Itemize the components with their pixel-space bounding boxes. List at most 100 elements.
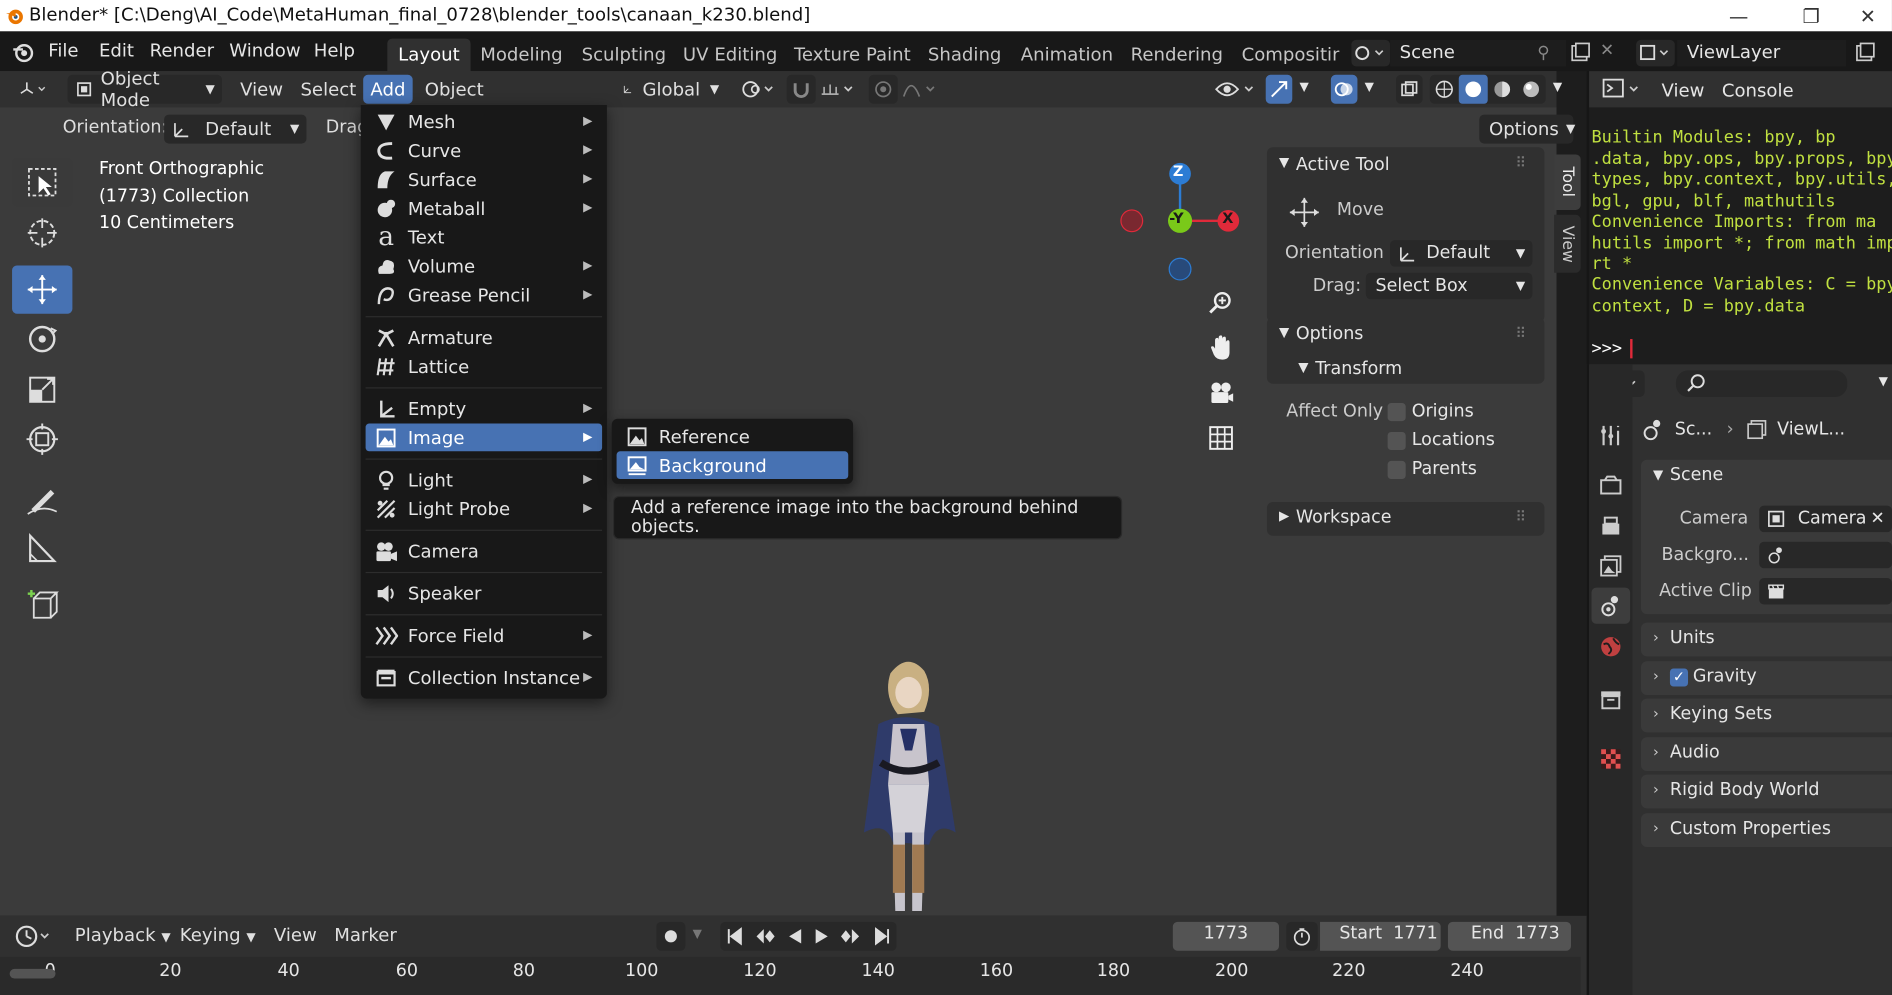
auto-keying-icon[interactable] xyxy=(656,921,686,951)
menu-marker[interactable]: Marker xyxy=(334,924,397,946)
menu-window[interactable]: Window xyxy=(229,40,300,62)
add-menu-camera[interactable]: Camera xyxy=(366,537,602,565)
console-menu-console[interactable]: Console xyxy=(1722,80,1794,102)
menu-file[interactable]: File xyxy=(48,40,78,62)
add-menu-collection-instance[interactable]: Collection Instance ▶ xyxy=(366,664,602,692)
editor-type-icon[interactable] xyxy=(10,75,58,104)
annotate-tool-icon[interactable] xyxy=(12,474,72,522)
menu-view[interactable]: View xyxy=(233,75,290,104)
maximize-button[interactable]: ❐ xyxy=(1787,0,1835,31)
chevron-down-icon[interactable]: ▼ xyxy=(1298,360,1308,376)
minimize-button[interactable]: — xyxy=(1715,0,1763,31)
output-properties-icon[interactable] xyxy=(1594,509,1628,543)
pivot-point-icon[interactable] xyxy=(738,77,779,101)
drag-handle-icon[interactable]: ⠿ xyxy=(1515,508,1526,525)
tab-rendering[interactable]: Rendering xyxy=(1120,39,1234,72)
move-tool-icon[interactable] xyxy=(12,265,73,314)
audio-section[interactable]: › Audio xyxy=(1640,737,1892,772)
zoom-icon[interactable] xyxy=(1202,284,1241,323)
jump-end-icon[interactable] xyxy=(872,927,891,946)
gravity-checkbox[interactable]: ✓ xyxy=(1669,668,1689,687)
custom-properties-section[interactable]: › Custom Properties xyxy=(1640,813,1892,848)
navigation-gizmo[interactable]: Z -Y X xyxy=(1116,157,1249,290)
timeline-scrollbar[interactable] xyxy=(9,968,56,979)
tab-view[interactable]: View xyxy=(1554,214,1581,273)
menu-add[interactable]: Add xyxy=(363,74,413,104)
origins-label[interactable]: Origins xyxy=(1412,402,1474,421)
image-submenu-background[interactable]: Background xyxy=(616,451,849,480)
image-submenu-reference[interactable]: Reference xyxy=(617,422,849,450)
current-frame-field[interactable]: 1773 xyxy=(1172,921,1279,951)
properties-search-input[interactable] xyxy=(1675,370,1848,397)
tool-orientation-dropdown[interactable]: Default ▼ xyxy=(164,114,307,144)
chevron-down-icon[interactable]: ▼ xyxy=(1365,81,1374,94)
tab-uv-editing[interactable]: UV Editing xyxy=(672,39,788,72)
play-reverse-icon[interactable] xyxy=(786,927,803,946)
tab-texture-paint[interactable]: Texture Paint xyxy=(783,39,922,72)
close-button[interactable]: ✕ xyxy=(1844,0,1892,31)
chevron-down-icon[interactable]: ▼ xyxy=(1300,81,1309,94)
tab-animation[interactable]: Animation xyxy=(1010,39,1124,72)
tool-properties-icon[interactable] xyxy=(1594,419,1628,453)
keying-sets-section[interactable]: › Keying Sets xyxy=(1640,698,1892,733)
menu-edit[interactable]: Edit xyxy=(99,40,134,62)
chevron-down-icon[interactable]: ▼ xyxy=(1279,154,1289,170)
menu-timeline-view[interactable]: View xyxy=(274,924,317,946)
add-menu-text[interactable]: a Text xyxy=(366,222,602,252)
menu-render[interactable]: Render xyxy=(150,40,214,62)
chevron-down-icon[interactable]: ▼ xyxy=(1879,375,1888,388)
background-scene-field[interactable] xyxy=(1759,541,1892,569)
menu-playback[interactable]: Playback ▼ xyxy=(75,924,171,946)
camera-view-icon[interactable] xyxy=(1202,374,1241,413)
gravity-section[interactable]: › ✓ Gravity xyxy=(1640,661,1892,696)
timeline-ruler[interactable]: 0 20 40 60 80 100 120 140 160 180 200 22… xyxy=(0,956,1581,995)
world-properties-icon[interactable] xyxy=(1594,630,1628,664)
menu-select[interactable]: Select xyxy=(293,75,363,104)
rotate-tool-icon[interactable] xyxy=(12,315,72,363)
locations-label[interactable]: Locations xyxy=(1412,431,1495,450)
tab-tool[interactable]: Tool xyxy=(1554,154,1581,210)
rigid-body-world-section[interactable]: › Rigid Body World xyxy=(1640,774,1892,809)
add-menu-light-probe[interactable]: Light Probe ▶ xyxy=(366,495,602,523)
select-box-tool-icon[interactable] xyxy=(12,158,73,207)
add-cube-tool-icon[interactable] xyxy=(12,580,72,628)
chevron-down-icon[interactable]: ▼ xyxy=(1279,325,1289,341)
wireframe-shading-icon[interactable] xyxy=(1430,75,1459,104)
parents-label[interactable]: Parents xyxy=(1412,460,1477,479)
add-menu-lattice[interactable]: Lattice xyxy=(366,352,602,380)
camera-field[interactable]: Camera ✕ xyxy=(1759,505,1892,533)
end-frame-field[interactable]: End 1773 xyxy=(1447,921,1571,951)
add-menu-force-field[interactable]: Force Field ▶ xyxy=(366,621,602,649)
active-tool-title[interactable]: Active Tool xyxy=(1296,156,1390,175)
tab-shading[interactable]: Shading xyxy=(917,39,1012,72)
timeline-editor-type-icon[interactable] xyxy=(10,922,58,951)
add-menu-curve[interactable]: Curve ▶ xyxy=(366,136,602,164)
add-menu-grease-pencil[interactable]: Grease Pencil ▶ xyxy=(366,281,602,309)
tab-layout[interactable]: Layout xyxy=(387,38,471,72)
jump-keyframe-forward-icon[interactable] xyxy=(840,927,862,946)
transform-title[interactable]: Transform xyxy=(1315,360,1402,379)
chevron-down-icon[interactable]: ▼ xyxy=(693,928,702,941)
add-menu-volume[interactable]: Volume ▶ xyxy=(366,252,602,280)
scene-panel-title[interactable]: Scene xyxy=(1670,466,1723,485)
clear-icon[interactable]: ✕ xyxy=(1871,509,1885,528)
delete-scene-icon[interactable]: ✕ xyxy=(1600,41,1614,60)
new-viewlayer-icon[interactable] xyxy=(1853,40,1877,67)
add-menu-mesh[interactable]: Mesh ▶ xyxy=(366,107,602,135)
menu-object[interactable]: Object xyxy=(417,75,490,104)
add-menu-empty[interactable]: Empty ▶ xyxy=(366,395,602,423)
add-menu-surface[interactable]: Surface ▶ xyxy=(366,165,602,193)
tab-compositing[interactable]: Compositin xyxy=(1231,39,1340,72)
drag-handle-icon[interactable]: ⠿ xyxy=(1515,154,1526,171)
visibility-icon[interactable] xyxy=(1213,77,1261,101)
locations-checkbox[interactable] xyxy=(1387,431,1406,451)
solid-shading-icon[interactable] xyxy=(1458,74,1488,104)
material-shading-icon[interactable] xyxy=(1488,75,1517,104)
drag-dropdown[interactable]: Select Box ▼ xyxy=(1365,272,1533,300)
viewlayer-name-field[interactable]: ViewLayer xyxy=(1677,39,1847,67)
snap-icon[interactable] xyxy=(786,74,816,104)
rendered-shading-icon[interactable] xyxy=(1517,75,1546,104)
new-scene-icon[interactable] xyxy=(1569,40,1593,67)
units-section[interactable]: › Units xyxy=(1640,622,1892,657)
start-frame-field[interactable]: Start 1771 xyxy=(1320,921,1441,951)
